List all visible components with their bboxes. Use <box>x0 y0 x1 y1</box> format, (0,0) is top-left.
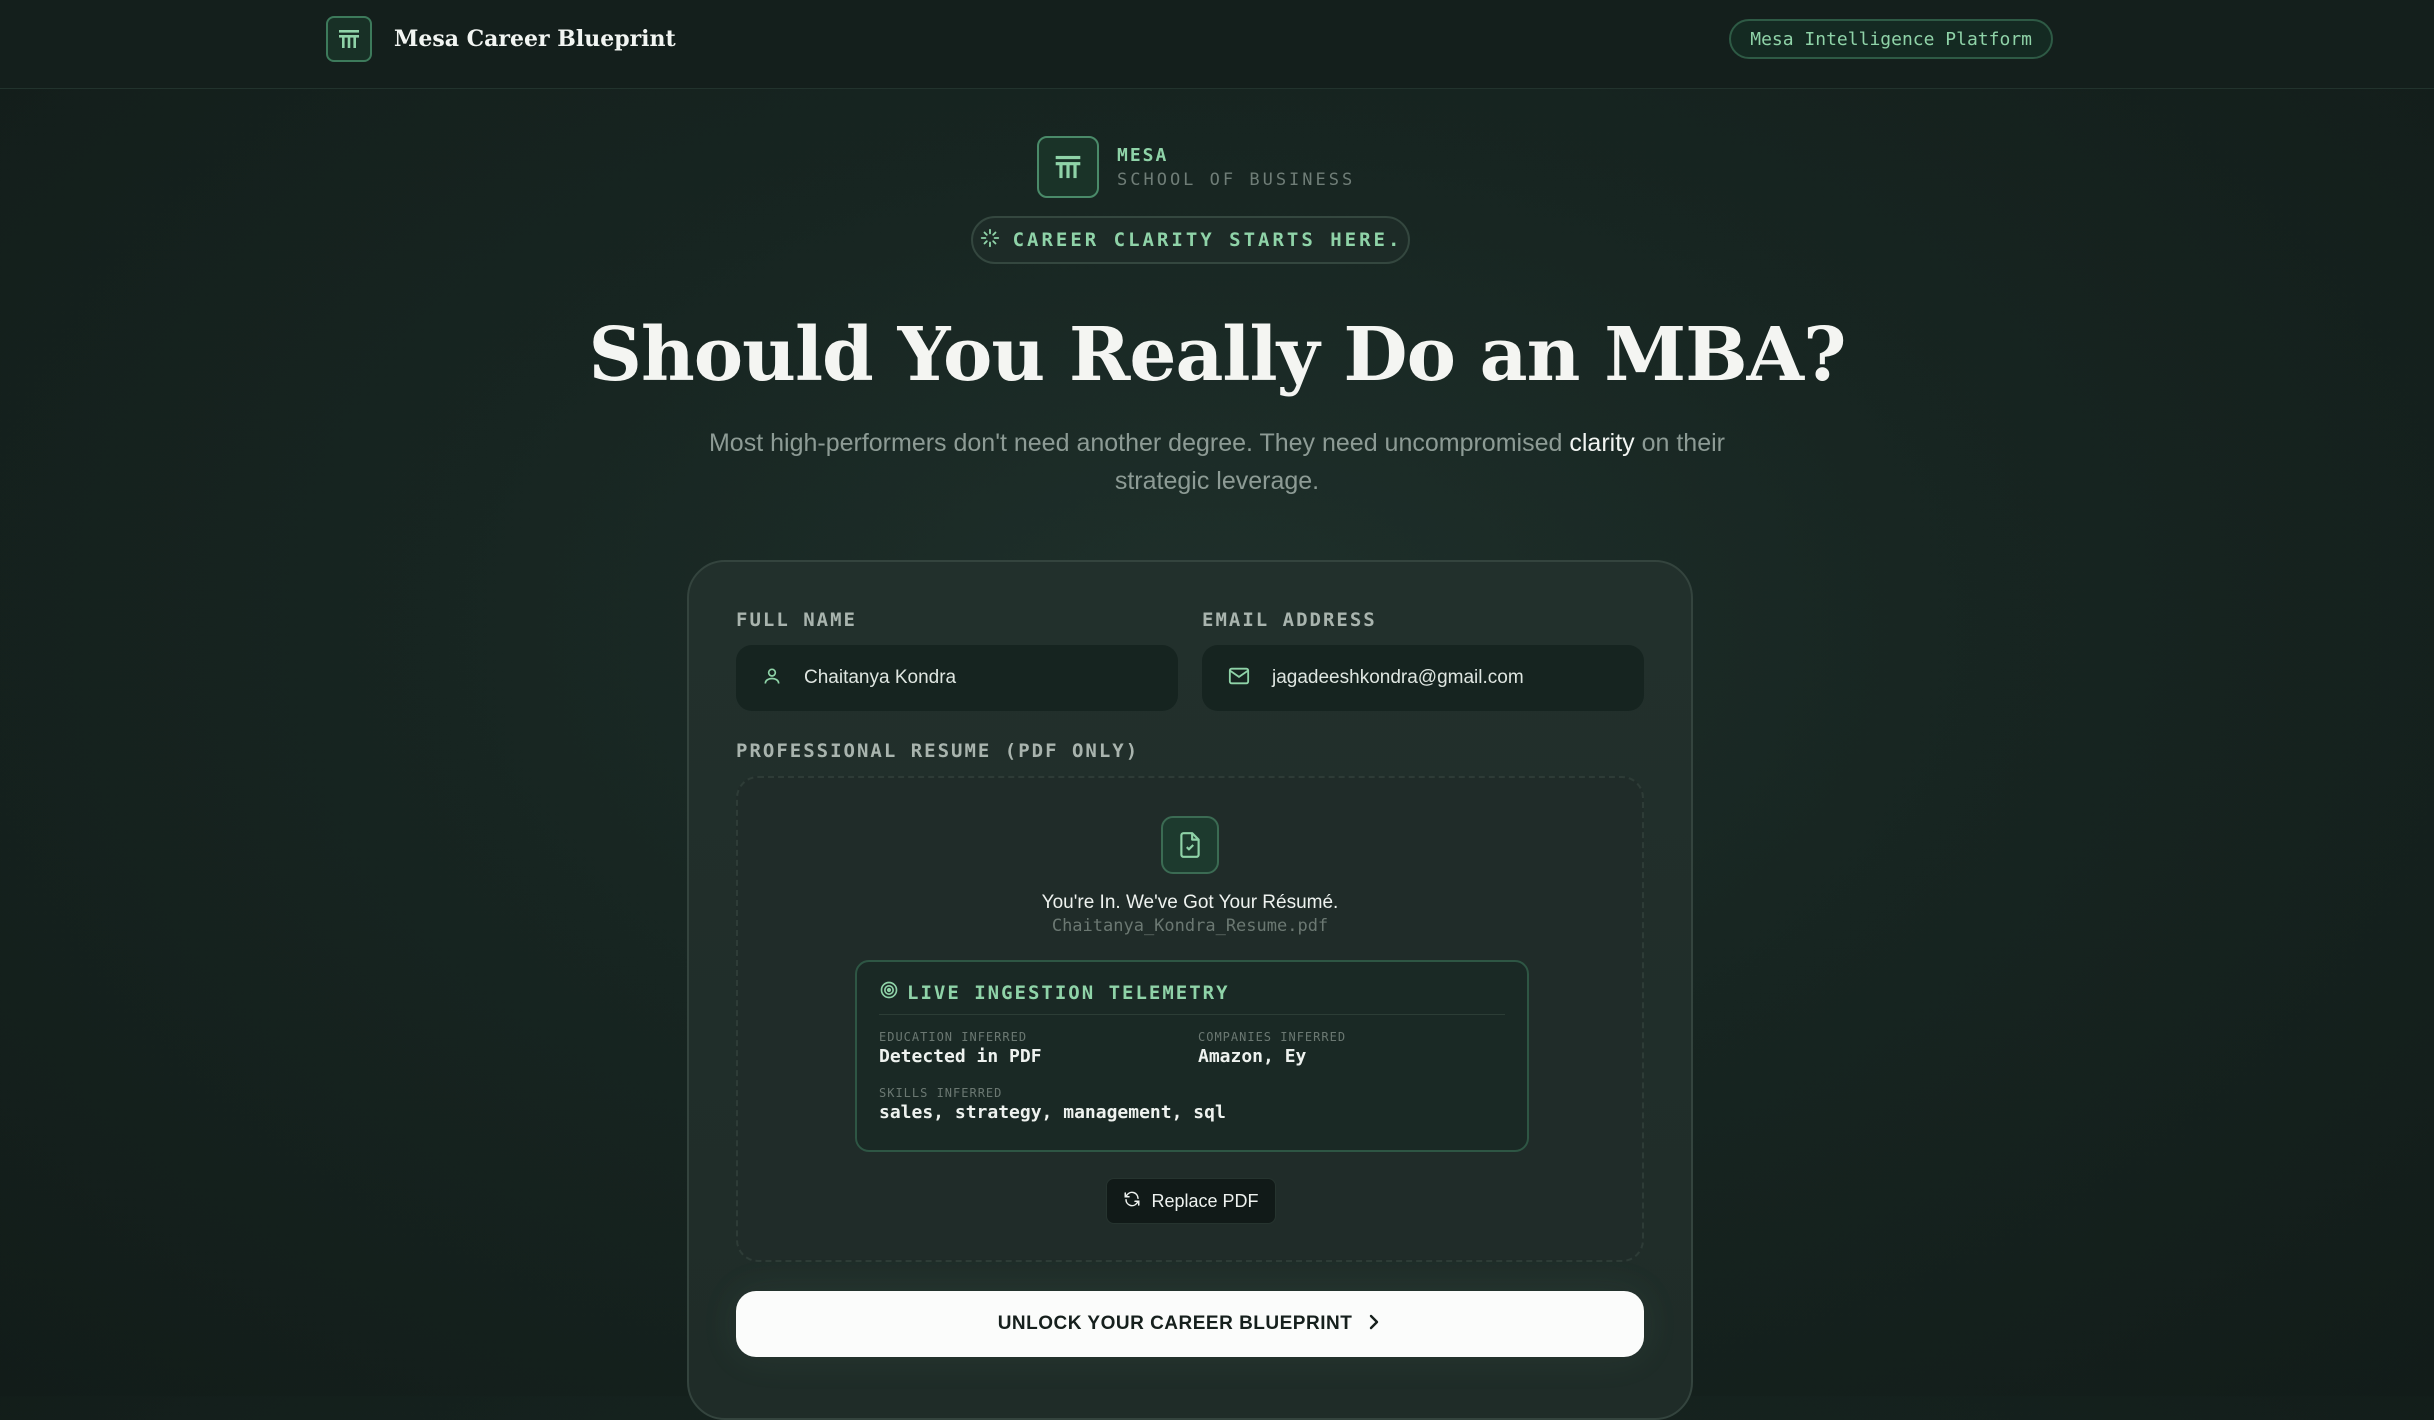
telemetry-divider <box>879 1014 1505 1015</box>
education-value: Detected in PDF <box>879 1046 1042 1067</box>
resume-label: PROFESSIONAL RESUME (PDF ONLY) <box>736 740 1140 762</box>
sparkles-icon <box>979 227 1001 254</box>
school-name: MESA <box>1117 144 1169 166</box>
file-check-icon <box>1161 816 1219 874</box>
school-tagline: SCHOOL OF BUSINESS <box>1117 169 1356 190</box>
skills-key: SKILLS INFERRED <box>879 1086 1003 1100</box>
uploaded-file-name: Chaitanya_Kondra_Resume.pdf <box>1051 916 1329 936</box>
unlock-blueprint-label: UNLOCK YOUR CAREER BLUEPRINT <box>997 1313 1353 1334</box>
full-name-label: FULL NAME <box>736 609 857 631</box>
email-field[interactable]: jagadeeshkondra@gmail.com <box>1202 645 1644 711</box>
mesa-logo-icon <box>326 16 372 62</box>
user-icon <box>762 666 782 691</box>
chevron-right-icon <box>1366 1313 1382 1336</box>
upload-status: You're In. We've Got Your Résumé. <box>1041 892 1339 913</box>
companies-key: COMPANIES INFERRED <box>1198 1030 1347 1044</box>
page-title: Should You Really Do an MBA? <box>588 312 1847 398</box>
clarity-pill-label: CAREER CLARITY STARTS HERE. <box>1012 229 1403 251</box>
skills-value: sales, strategy, management, sql <box>879 1102 1226 1123</box>
mail-icon <box>1228 666 1250 691</box>
education-key: EDUCATION INFERRED <box>879 1030 1028 1044</box>
clarity-pill: CAREER CLARITY STARTS HERE. <box>971 216 1410 264</box>
telemetry-title: LIVE INGESTION TELEMETRY <box>907 981 1230 1004</box>
target-icon <box>879 980 899 1005</box>
companies-value: Amazon, Ey <box>1198 1046 1307 1067</box>
replace-pdf-button[interactable]: Replace PDF <box>1106 1178 1276 1224</box>
top-navbar: Mesa Career Blueprint Mesa Intelligence … <box>0 0 2434 89</box>
school-identity: MESA SCHOOL OF BUSINESS <box>1037 136 1355 198</box>
full-name-field[interactable]: Chaitanya Kondra <box>736 645 1178 711</box>
replace-pdf-label: Replace PDF <box>1151 1190 1259 1211</box>
unlock-blueprint-button[interactable]: UNLOCK YOUR CAREER BLUEPRINT <box>736 1291 1644 1357</box>
mesa-logo-icon <box>1037 136 1099 198</box>
telemetry-panel: LIVE INGESTION TELEMETRY EDUCATION INFER… <box>855 960 1529 1152</box>
email-label: EMAIL ADDRESS <box>1202 609 1377 631</box>
email-value[interactable]: jagadeeshkondra@gmail.com <box>1272 667 1524 689</box>
subtitle-text: Most high-performers don't need another … <box>708 429 1570 457</box>
brand[interactable]: Mesa Career Blueprint <box>326 16 676 62</box>
page-subtitle: Most high-performers don't need another … <box>667 424 1767 500</box>
resume-dropzone[interactable]: You're In. We've Got Your Résumé. Chaita… <box>736 776 1644 1262</box>
full-name-value[interactable]: Chaitanya Kondra <box>804 667 956 689</box>
subtitle-highlight: clarity <box>1569 429 1635 457</box>
refresh-icon <box>1123 1190 1141 1213</box>
brand-name: Mesa Career Blueprint <box>394 26 676 52</box>
platform-badge: Mesa Intelligence Platform <box>1729 19 2053 59</box>
